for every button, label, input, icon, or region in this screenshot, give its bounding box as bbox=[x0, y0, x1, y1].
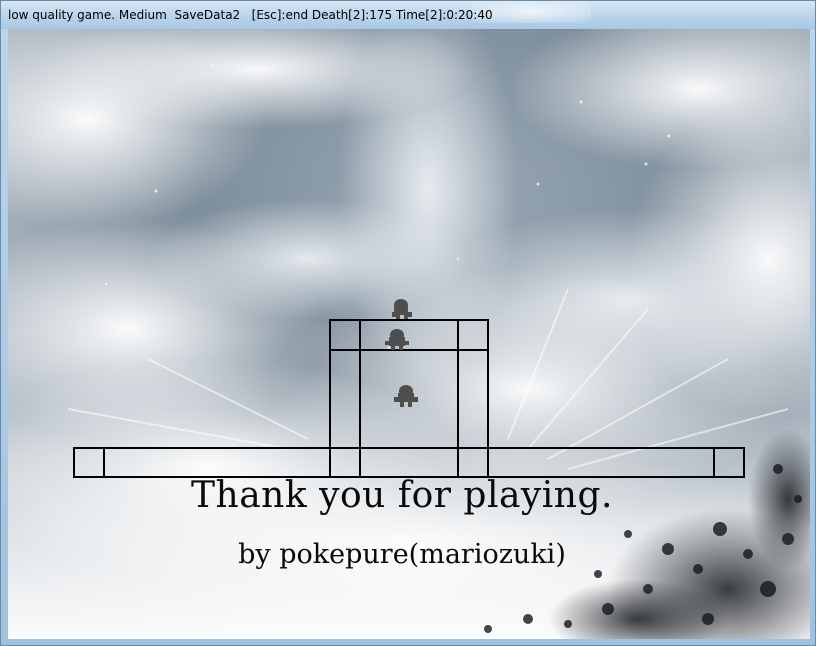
window-title: low quality game. Medium SaveData2 [Esc]… bbox=[8, 8, 493, 22]
tower-block-top bbox=[329, 319, 489, 351]
floor-platform bbox=[73, 447, 745, 478]
game-canvas[interactable]: Thank you for playing. by pokepure(mario… bbox=[8, 29, 810, 639]
game-window: low quality game. Medium SaveData2 [Esc]… bbox=[0, 0, 816, 646]
title-bar[interactable]: low quality game. Medium SaveData2 [Esc]… bbox=[1, 1, 815, 29]
player-character-bottom bbox=[394, 385, 418, 407]
tower-column-left bbox=[329, 349, 361, 478]
tower-column-right bbox=[457, 319, 489, 478]
player-character-middle bbox=[385, 329, 409, 350]
ending-message: Thank you for playing. bbox=[191, 475, 613, 516]
player-character-top bbox=[392, 299, 412, 319]
credit-line: by pokepure(mariozuki) bbox=[238, 539, 566, 570]
